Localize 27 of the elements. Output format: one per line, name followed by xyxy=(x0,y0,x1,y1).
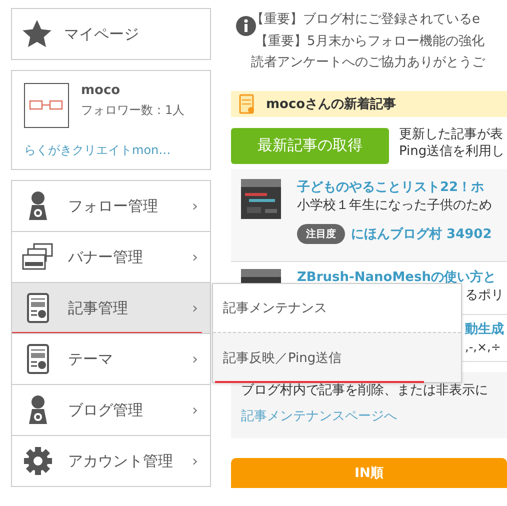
mypage-link[interactable]: マイページ xyxy=(11,8,211,60)
info-icon xyxy=(236,16,256,36)
ranking-text: にほんブログ村 34902 xyxy=(351,226,492,242)
submenu-item[interactable]: 記事メンテナンス xyxy=(213,284,461,332)
user-name: moco xyxy=(81,83,122,98)
info-text: ブログ村内で記事を削除、または非表示に xyxy=(241,382,489,398)
document-gear-icon xyxy=(27,293,49,323)
document-gear-icon xyxy=(27,344,49,374)
banner-icon xyxy=(22,243,54,271)
section-title: mocoさんの新着記事 xyxy=(266,96,396,112)
article-description: ,-,×,÷ xyxy=(465,338,502,356)
notice-text: 【重要】ブログ村にご登録されているe xyxy=(251,11,481,29)
person-icon xyxy=(27,395,49,425)
star-icon xyxy=(22,20,52,48)
follower-count: フォロワー数：1人 xyxy=(81,102,185,119)
notice-text: 【重要】5月末からフォロー機能の強化 xyxy=(255,32,486,50)
document-icon xyxy=(239,94,255,114)
attention-badge: 注目度 xyxy=(297,224,345,244)
article-description: 小学校１年生になった子供のため xyxy=(297,196,492,214)
avatar-glasses-icon xyxy=(24,83,69,128)
note-text: 更新した記事が表 xyxy=(399,126,504,142)
note-text: Ping送信を利用し xyxy=(399,142,505,160)
person-icon xyxy=(27,191,49,221)
settings-icon xyxy=(23,446,53,476)
article-description: るポリ xyxy=(465,286,504,304)
notice-text: 読者アンケートへのご協力ありがとうご xyxy=(251,54,486,72)
submenu-item[interactable]: 記事反映／Ping送信 xyxy=(213,332,461,382)
